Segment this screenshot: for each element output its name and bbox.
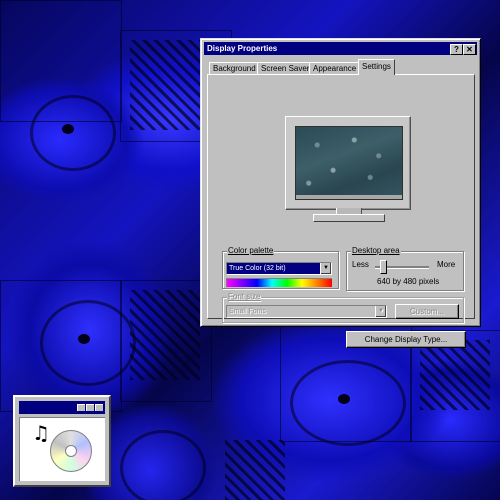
display-properties-window: Display Properties ? ✕ Background Screen… <box>200 38 481 348</box>
wallpaper-disc <box>290 360 406 446</box>
color-spectrum-bar <box>226 278 332 287</box>
wallpaper-disc <box>30 95 116 171</box>
help-button[interactable]: ? <box>450 44 463 55</box>
close-button[interactable]: ✕ <box>463 44 476 55</box>
wallpaper-keyboard <box>420 340 490 410</box>
custom-font-button[interactable]: Custom... <box>395 304 459 319</box>
window-title: Display Properties <box>207 44 278 53</box>
wallpaper-keyboard <box>130 290 200 380</box>
tab-label: Screen Saver <box>261 64 310 73</box>
font-size-label: Font size <box>227 292 262 302</box>
font-size-select[interactable]: Small Fonts ▼ <box>226 305 387 318</box>
resolution-slider-thumb[interactable] <box>380 260 388 274</box>
font-size-value: Small Fonts <box>229 308 266 315</box>
tab-settings[interactable]: Settings <box>358 59 395 75</box>
title-bar[interactable]: Display Properties ? ✕ <box>204 42 477 55</box>
desktop-area-group: Desktop area Less More 640 by 480 pixels <box>346 246 464 291</box>
color-palette-value: True Color (32 bit) <box>229 265 286 272</box>
more-label: More <box>437 260 456 269</box>
color-palette-label: Color palette <box>227 246 275 256</box>
resolution-text: 640 by 480 pixels <box>377 277 440 286</box>
monitor-preview <box>285 116 411 210</box>
cd-hole <box>65 445 77 457</box>
change-display-type-button[interactable]: Change Display Type... <box>346 331 466 348</box>
tab-label: Settings <box>362 62 391 71</box>
wallpaper-disc-hole <box>338 394 350 404</box>
color-palette-group: Color palette True Color (32 bit) ▼ <box>222 246 339 289</box>
wallpaper-disc-hole <box>78 334 90 344</box>
cd-disc-icon <box>50 430 92 472</box>
wallpaper-keyboard <box>225 440 285 500</box>
color-palette-select[interactable]: True Color (32 bit) ▼ <box>226 262 332 275</box>
chevron-down-icon[interactable]: ▼ <box>375 306 386 317</box>
minimize-icon <box>77 404 85 411</box>
change-display-type-label: Change Display Type... <box>364 335 448 344</box>
close-icon <box>95 404 103 411</box>
tab-label: Background <box>213 64 256 73</box>
desktop-area-label: Desktop area <box>351 246 401 256</box>
preview-taskbar <box>296 195 402 199</box>
wallpaper-disc <box>120 430 206 500</box>
tab-label: Appearance <box>313 64 357 73</box>
shortcut-title-bar <box>19 401 105 414</box>
shortcut-body: ♫ <box>19 417 105 481</box>
music-note-icon: ♫ <box>32 421 50 445</box>
font-size-group: Font size Small Fonts ▼ Custom... <box>222 292 464 323</box>
chevron-down-icon[interactable]: ▼ <box>320 263 331 274</box>
cd-player-shortcut[interactable]: ♫ <box>13 395 111 487</box>
less-label: Less <box>352 260 369 269</box>
wallpaper-disc-hole <box>62 124 74 134</box>
close-icon: ✕ <box>466 45 473 54</box>
wallpaper-disc <box>40 300 136 386</box>
wallpaper-keyboard <box>130 40 210 130</box>
maximize-icon <box>86 404 94 411</box>
settings-panel: Color palette True Color (32 bit) ▼ Desk… <box>207 74 475 348</box>
help-icon: ? <box>454 45 459 54</box>
screen-preview <box>295 126 403 200</box>
custom-button-label: Custom... <box>409 307 445 316</box>
monitor-base <box>313 214 385 222</box>
